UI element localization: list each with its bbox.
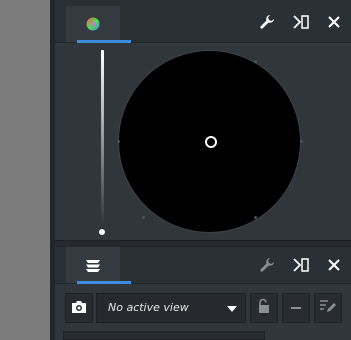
snapshot-button[interactable] (65, 293, 93, 323)
active-tab-indicator (77, 281, 131, 284)
edit-button[interactable] (314, 293, 342, 323)
float-panel-icon[interactable] (291, 12, 311, 32)
close-icon[interactable] (324, 255, 344, 275)
left-canvas-area (0, 0, 50, 340)
wheel-tick (254, 60, 257, 63)
active-view-select[interactable]: No active view (96, 293, 246, 323)
wheel-tick (254, 216, 257, 219)
wrench-icon[interactable] (257, 255, 277, 275)
value-slider-track[interactable] (101, 50, 104, 230)
edit-list-icon (319, 298, 337, 318)
unlock-icon (257, 298, 271, 318)
active-tab-indicator (77, 40, 131, 43)
layers-panel-tabbar (55, 247, 351, 284)
layers-icon (85, 257, 101, 277)
close-icon[interactable] (324, 12, 344, 32)
wheel-tick (142, 216, 145, 219)
color-panel-tabbar (55, 0, 351, 43)
chevron-down-icon (227, 306, 237, 312)
wrench-icon[interactable] (257, 12, 277, 32)
lock-button[interactable] (250, 293, 278, 323)
camera-icon (71, 299, 87, 318)
tab-layers[interactable] (66, 247, 131, 284)
layers-toolbar: No active view (55, 289, 351, 327)
color-panel (55, 0, 351, 240)
wheel-tick (300, 140, 303, 143)
remove-button[interactable] (282, 293, 310, 323)
tab-color[interactable] (66, 6, 131, 43)
layers-list[interactable] (63, 331, 265, 340)
value-slider-handle[interactable] (99, 229, 105, 235)
color-wheel-icon (86, 16, 100, 35)
color-picker-cursor[interactable] (205, 136, 217, 148)
active-view-value: No active view (108, 301, 189, 314)
float-panel-icon[interactable] (291, 255, 311, 275)
minus-icon (290, 299, 302, 318)
wheel-tick (117, 140, 120, 143)
layers-panel: No active view (55, 247, 351, 340)
